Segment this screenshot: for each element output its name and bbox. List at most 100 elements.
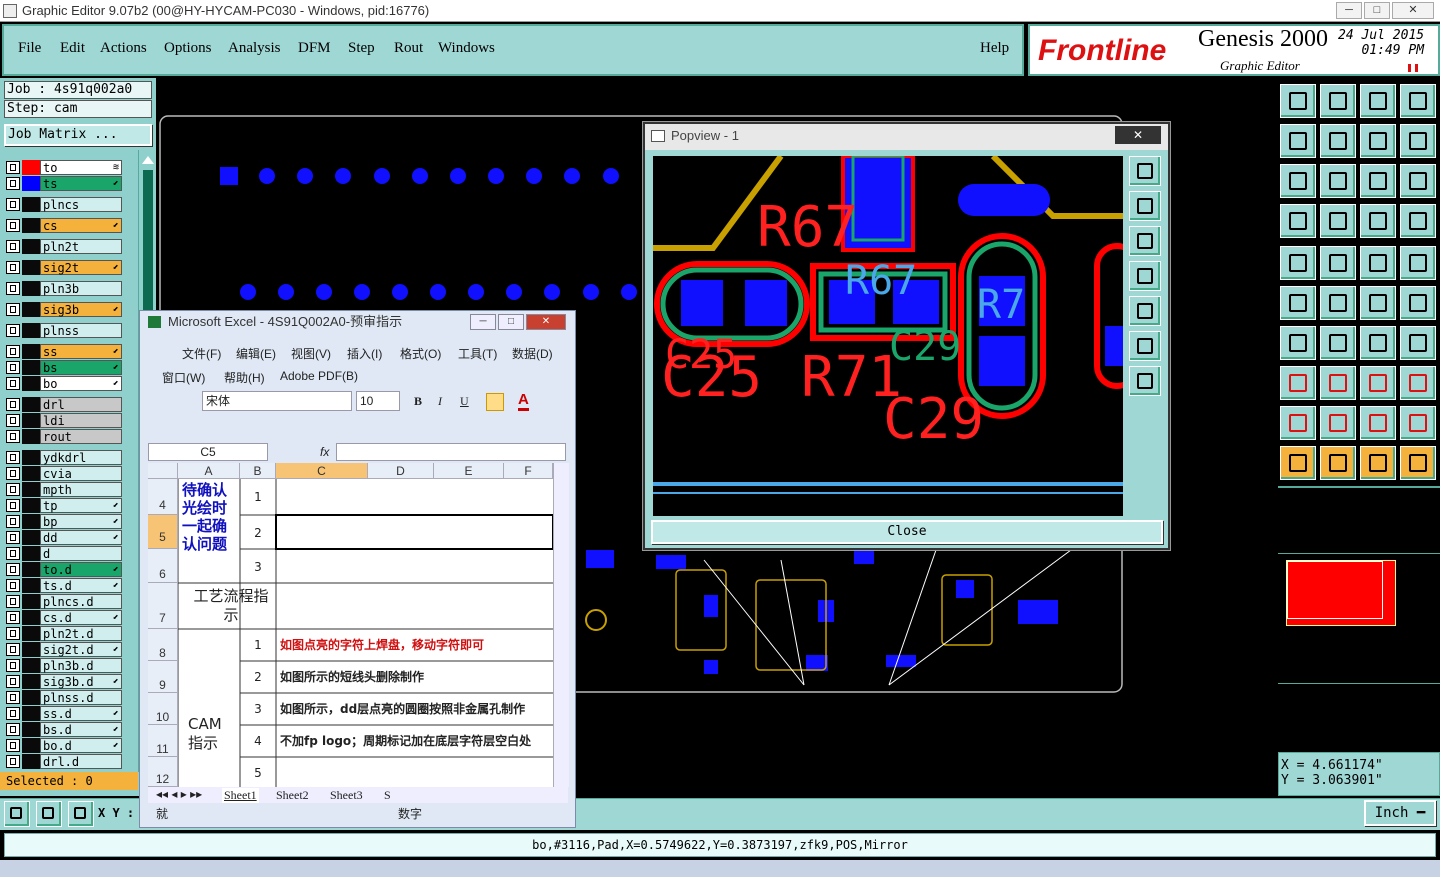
tool-pointer-2-button[interactable] [1360, 446, 1396, 480]
num-cell-1b[interactable]: 1 [240, 637, 276, 653]
layer-name-cell[interactable]: cvia [40, 466, 122, 481]
underline-button[interactable]: U [460, 394, 469, 409]
layer-checkbox[interactable] [6, 515, 20, 528]
layer-checkbox[interactable] [6, 707, 20, 720]
layer-row-pln3b-d[interactable]: pln3b.d [6, 658, 124, 673]
layer-name-cell[interactable]: ldi [40, 413, 122, 428]
popview-tool-5[interactable] [1129, 296, 1161, 326]
layer-checkbox[interactable] [6, 451, 20, 464]
layer-name-cell[interactable]: bs.d ⬋ [40, 722, 122, 737]
row-11[interactable]: 11 [148, 725, 178, 757]
menu-windows[interactable]: Windows [438, 40, 495, 57]
corner-cell[interactable] [148, 463, 178, 479]
num-cell-3b[interactable]: 3 [240, 701, 276, 717]
tool-scale-1-2-button[interactable] [1360, 164, 1396, 198]
layer-name-cell[interactable]: plnss [40, 323, 122, 338]
close-window-button[interactable]: ✕ [1392, 2, 1434, 19]
col-c[interactable]: C [276, 463, 368, 479]
layer-name-cell[interactable]: bo.d ⬋ [40, 738, 122, 753]
tool-connect-button[interactable] [1360, 286, 1396, 320]
layer-row-pln2t-d[interactable]: pln2t.d [6, 626, 124, 641]
layer-row-pln2t[interactable]: pln2t [6, 239, 124, 254]
num-cell-3a[interactable]: 3 [240, 559, 276, 575]
excel-menu-file[interactable]: 文件(F) [182, 345, 221, 362]
layer-row-bs-d[interactable]: bs.d ⬋ [6, 722, 124, 737]
layer-name-cell[interactable]: drl.d [40, 754, 122, 769]
menu-analysis[interactable]: Analysis [228, 40, 281, 57]
fx-icon[interactable]: fx [320, 445, 329, 459]
layer-row-tp[interactable]: tp ⬋ [6, 498, 124, 513]
layer-row-ts-d[interactable]: ts.d ⬋ [6, 578, 124, 593]
tool-select-red-2-button[interactable] [1400, 204, 1436, 238]
num-cell-4b[interactable]: 4 [240, 733, 276, 749]
layer-row-to-d[interactable]: to.d ⬋ [6, 562, 124, 577]
layer-name-cell[interactable]: pln2t [40, 239, 122, 254]
tool-cross-button[interactable] [1320, 286, 1356, 320]
excel-minimize-button[interactable]: ─ [470, 314, 496, 330]
menu-rout[interactable]: Rout [394, 40, 423, 57]
layer-row-bp[interactable]: bp ⬋ [6, 514, 124, 529]
row-8[interactable]: 8 [148, 629, 178, 661]
layer-checkbox[interactable] [6, 627, 20, 640]
menu-dfm[interactable]: DFM [298, 40, 331, 57]
col-e[interactable]: E [434, 463, 504, 479]
layer-name-cell[interactable]: pln2t.d [40, 626, 122, 641]
layer-row-bo[interactable]: bo ⬋ [6, 376, 124, 391]
layer-name-cell[interactable]: cs ⬋ [40, 218, 122, 233]
layer-row-pln3b[interactable]: pln3b [6, 281, 124, 296]
grid-tool-button[interactable] [68, 801, 94, 827]
num-cell-2b[interactable]: 2 [240, 669, 276, 685]
layer-name-cell[interactable]: sig3b.d ⬋ [40, 674, 122, 689]
layer-checkbox[interactable] [6, 611, 20, 624]
font-size-select[interactable]: 10 [356, 391, 400, 411]
row-6[interactable]: 6 [148, 549, 178, 583]
tool-triangle-1-button[interactable] [1280, 406, 1316, 440]
layer-row-to[interactable]: to ≋ [6, 160, 124, 175]
popview-tool-4[interactable] [1129, 261, 1161, 291]
group-label-cam[interactable]: CAM指示 [188, 715, 232, 753]
note-cell-3[interactable]: 如图所示，dd层点亮的圆圈按照非金属孔制作 [280, 701, 552, 717]
tool-arc-button[interactable] [1400, 326, 1436, 360]
tool-fit-screen-button[interactable] [1400, 84, 1436, 118]
tool-box-button[interactable] [1280, 246, 1316, 280]
note-cell-1[interactable]: 如图点亮的字符上焊盘，移动字符即可 [280, 637, 552, 653]
layer-name-cell[interactable]: pln3b.d [40, 658, 122, 673]
tool-spin-button[interactable] [1400, 124, 1436, 158]
layer-row-cs-d[interactable]: cs.d ⬋ [6, 610, 124, 625]
name-box[interactable]: C5 [148, 443, 268, 461]
tool-query-button[interactable] [1400, 164, 1436, 198]
scroll-up-icon[interactable] [142, 156, 154, 164]
font-color-icon[interactable]: A [518, 391, 529, 411]
popview-close-x[interactable]: ✕ [1115, 126, 1161, 144]
layer-checkbox[interactable] [6, 467, 20, 480]
col-d[interactable]: D [368, 463, 434, 479]
layer-checkbox[interactable] [6, 345, 20, 358]
excel-menu-insert[interactable]: 插入(I) [347, 345, 382, 362]
tool-region-button[interactable] [1360, 366, 1396, 400]
tool-triangle-3-button[interactable] [1360, 406, 1396, 440]
sheet-tab-3[interactable]: Sheet3 [330, 788, 363, 803]
layer-checkbox[interactable] [6, 579, 20, 592]
menu-help[interactable]: Help [980, 40, 1009, 57]
layer-name-cell[interactable]: pln3b [40, 281, 122, 296]
tool-tag-button[interactable] [1400, 246, 1436, 280]
measure-tool-button[interactable] [36, 801, 62, 827]
layer-row-drl-d[interactable]: drl.d [6, 754, 124, 769]
num-cell-5b[interactable]: 5 [240, 765, 276, 781]
popview-tool-3[interactable] [1129, 226, 1161, 256]
layer-checkbox[interactable] [6, 430, 20, 443]
layer-row-plnss[interactable]: plnss [6, 323, 124, 338]
layer-name-cell[interactable]: rout [40, 429, 122, 444]
menu-actions[interactable]: Actions [100, 40, 147, 57]
layer-checkbox[interactable] [6, 739, 20, 752]
note-cell-4[interactable]: 不加fp logo；周期标记加在底层字符层空白处 [280, 733, 552, 749]
layer-row-dd[interactable]: dd ⬋ [6, 530, 124, 545]
sheet-nav-icon[interactable]: ◂◂ ◂ ▸ ▸▸ [156, 787, 202, 801]
layer-row-d[interactable]: d [6, 546, 124, 561]
layer-name-cell[interactable]: dd ⬋ [40, 530, 122, 545]
layer-row-sig3b-d[interactable]: sig3b.d ⬋ [6, 674, 124, 689]
tool-attach-button[interactable] [1400, 286, 1436, 320]
layer-row-drl[interactable]: drl [6, 397, 124, 412]
layer-checkbox[interactable] [6, 177, 20, 190]
layer-name-cell[interactable]: drl [40, 397, 122, 412]
